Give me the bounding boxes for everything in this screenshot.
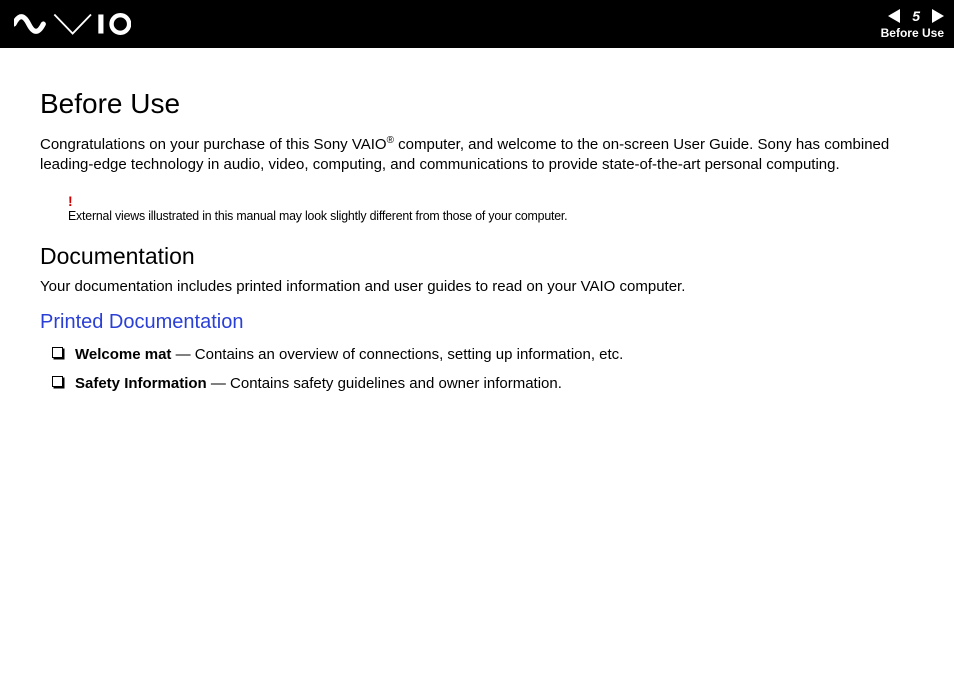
intro-text-pre: Congratulations on your purchase of this…	[40, 136, 387, 153]
page-number: 5	[912, 8, 920, 24]
caution-note: External views illustrated in this manua…	[68, 208, 872, 223]
intro-paragraph: Congratulations on your purchase of this…	[40, 134, 914, 176]
page-content: Before Use Congratulations on your purch…	[0, 48, 954, 394]
header-bar: 5 Before Use	[0, 0, 954, 48]
printed-doc-list: Welcome mat — Contains an overview of co…	[40, 344, 914, 394]
next-page-button[interactable]	[926, 9, 944, 23]
documentation-heading: Documentation	[40, 243, 914, 270]
list-item: Safety Information — Contains safety gui…	[52, 373, 914, 394]
bullet-desc: — Contains safety guidelines and owner i…	[207, 375, 562, 392]
bullet-label: Safety Information	[75, 375, 207, 392]
prev-page-button[interactable]	[888, 9, 906, 23]
bullet-label: Welcome mat	[75, 346, 171, 363]
documentation-intro: Your documentation includes printed info…	[40, 278, 914, 295]
bullet-icon	[52, 376, 63, 387]
vaio-logo	[14, 13, 131, 35]
caution-icon: !	[68, 194, 914, 208]
bullet-icon	[52, 347, 63, 358]
header-section-label: Before Use	[881, 26, 944, 40]
list-item: Welcome mat — Contains an overview of co…	[52, 344, 914, 365]
header-nav: 5 Before Use	[881, 8, 944, 40]
bullet-desc: — Contains an overview of connections, s…	[171, 346, 623, 363]
printed-documentation-heading: Printed Documentation	[40, 311, 914, 334]
page-title: Before Use	[40, 88, 914, 120]
registered-mark: ®	[387, 135, 394, 146]
